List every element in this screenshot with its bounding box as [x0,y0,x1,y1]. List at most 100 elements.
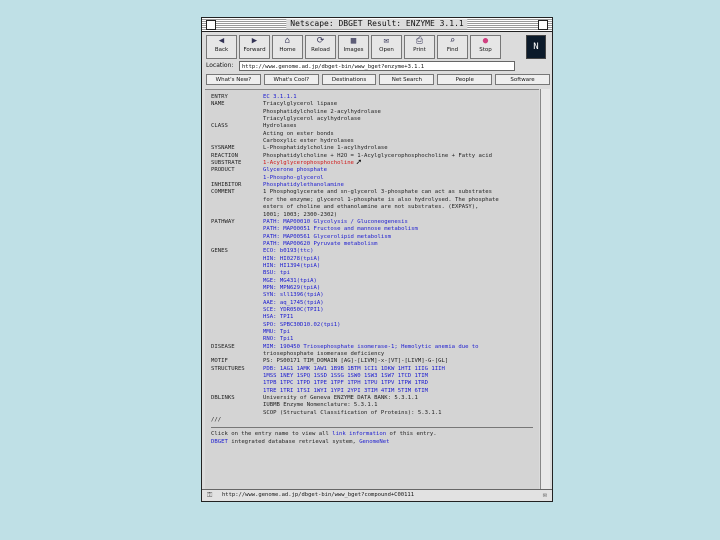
gene-link[interactable]: MGE: MG431(tpiA) [263,278,317,285]
gene-link[interactable]: SYN: sll1396(tpiA) [263,292,324,299]
inhibitor-link[interactable]: Phosphatidylethanolamine [263,182,344,189]
disease-link[interactable]: MIM: 190450 Triosephosphate isomerase-1;… [263,344,479,351]
security-key-icon: ⚿ [207,491,213,499]
dblink-line[interactable]: IUBMB Enzyme Nomenclature: 5.3.1.1 [263,402,378,409]
dbget-link[interactable]: DBGET [211,439,228,445]
whats-new-button[interactable]: What's New? [206,74,261,85]
mail-icon: ✉ [542,491,547,499]
pathway-link[interactable]: PATH: MAP00620 Pyruvate metabolism [263,241,378,248]
entry-row: ENTRY EC 3.1.1.1 [211,94,297,101]
structure-link[interactable]: 1MSS 1NEY 1SPQ 1SSD 1SSG 1SW0 1SW3 1SW7 … [263,373,428,380]
gene-link[interactable]: HIN: HI0278(tpiA) [263,256,320,263]
mouse-cursor-icon: ➚ [355,158,362,169]
terminator: /// [211,417,222,424]
comment-line: 1001; 1003; 2300-2302) [263,211,338,218]
footer-line-2: DBGET integrated database retrieval syst… [211,438,390,445]
print-button[interactable]: ⎙ Print [404,35,435,59]
home-icon: ⌂ [284,36,291,46]
forward-button[interactable]: ▶ Forward [239,35,270,59]
product-link[interactable]: Glycerone phosphate [263,167,327,174]
forward-icon: ▶ [251,36,258,46]
images-icon: ▦ [350,36,357,46]
gene-link[interactable]: HSA: TPI1 [263,314,293,321]
status-text: http://www.genome.ad.jp/dbget-bin/www_bg… [222,492,415,498]
page-content: ENTRY EC 3.1.1.1 NAME Triacylglycerol li… [205,89,539,491]
home-button[interactable]: ⌂ Home [272,35,303,59]
inhibitor-row: INHIBITOR Phosphatidylethanolamine [211,182,344,189]
substrate-link[interactable]: 1-Acylglycerophosphocholine [263,160,354,167]
structures-row: STRUCTURES PDB: 1AG1 1AMK 1AW1 1B9B 1BTM… [211,365,445,373]
print-icon: ⎙ [415,36,424,46]
divider [211,427,533,429]
footer-line-1: Click on the entry name to view all link… [211,431,437,438]
gene-link[interactable]: MMU: Tpi [263,329,290,336]
software-button[interactable]: Software [495,74,550,85]
gene-link[interactable]: AAE: aq_1745(tpiA) [263,300,324,307]
name-line: Triacylglycerol acylhydrolase [263,116,361,123]
browser-window: Netscape: DBGET Result: ENZYME 3.1.1 ◀ Ba… [201,17,553,502]
genes-row: GENES ECO: b0193(ttc) [211,248,314,255]
window-title: Netscape: DBGET Result: ENZYME 3.1.1 [286,19,468,29]
images-button[interactable]: ▦ Images [338,35,369,59]
class-row: CLASS Hydrolases [211,123,297,130]
net-search-button[interactable]: Net Search [379,74,435,85]
comment-line: esters of choline and ethanolamine are n… [263,204,479,211]
zoom-box[interactable] [538,20,548,30]
gene-link[interactable]: SCE: YDR050C(TPI1) [263,307,324,314]
location-input[interactable]: http://www.genome.ad.jp/dbget-bin/www_bg… [239,61,515,71]
reload-button[interactable]: ⟳ Reload [305,35,336,59]
whats-cool-button[interactable]: What's Cool? [263,74,319,85]
pathway-row: PATHWAY PATH: MAP00010 Glycolysis / Gluc… [211,218,408,226]
disease-row: DISEASE MIM: 190450 Triosephosphate isom… [211,343,479,351]
class-line: Acting on ester bonds [263,130,334,137]
pathway-link[interactable]: PATH: MAP00051 Fructose and mannose meta… [263,226,418,233]
disease-line: triosephosphate isomerase deficiency [263,351,385,358]
link-information-link[interactable]: link information [332,431,386,437]
vertical-scrollbar[interactable] [540,89,550,490]
dblink-line[interactable]: SCOP (Structural Classification of Prote… [263,410,442,417]
back-button[interactable]: ◀ Back [206,35,237,59]
open-icon: ✉ [383,36,390,46]
structure-link[interactable]: 1TRE 1TRI 1TSI 1WYI 1YPI 2YPI 3TIM 4TIM … [263,388,428,395]
product-link[interactable]: 1-Phospho-glycerol [263,175,324,182]
status-bar: ⚿ http://www.genome.ad.jp/dbget-bin/www_… [202,489,552,501]
stop-button[interactable]: ● Stop [470,35,501,59]
find-button[interactable]: ⌕ Find [437,35,468,59]
back-icon: ◀ [218,36,225,46]
find-icon: ⌕ [449,36,456,46]
comment-row: COMMENT 1 Phosphoglycerate and sn-glycer… [211,189,493,196]
product-row: PRODUCT Glycerone phosphate [211,167,327,174]
substrate-row: SUBSTRATE 1-Acylglycerophosphocholine ➚ [211,158,362,169]
reload-icon: ⟳ [316,36,325,46]
motif-row: MOTIF PS: PS00171 TIM_DOMAIN [AG]-[LIVM]… [211,358,449,365]
class-line: Carboxylic ester hydrolases [263,138,354,145]
gene-link[interactable]: SPO: SPBC30D10.02(tpi1) [263,322,340,329]
sysname-row: SYSNAME L-Phosphatidylcholine 1-acylhydr… [211,145,388,152]
open-button[interactable]: ✉ Open [371,35,402,59]
location-label: Location: [206,62,234,69]
genomenet-link[interactable]: GenomeNet [359,439,389,445]
gene-link[interactable]: RNO: Tpi1 [263,336,293,343]
pathway-link[interactable]: PATH: MAP00010 Glycolysis / Gluconeogene… [263,219,408,226]
people-button[interactable]: People [437,74,493,85]
stop-icon: ● [482,36,489,46]
navigation-toolbar: ◀ Back ▶ Forward ⌂ Home ⟳ Reload ▦ Images ✉ Op… [206,35,501,59]
location-bar: Location: http://www.genome.ad.jp/dbget-… [206,61,548,72]
netscape-logo-icon: N [526,35,546,59]
name-row: NAME Triacylglycerol lipase [211,101,338,108]
pathway-link[interactable]: PATH: MAP00561 Glycerolipid metabolism [263,234,391,241]
title-bar[interactable]: Netscape: DBGET Result: ENZYME 3.1.1 [202,18,552,32]
close-box[interactable] [206,20,216,30]
reaction-row: REACTION Phosphatidylcholine + H2O = 1-A… [211,152,493,159]
structure-link[interactable]: 1TPB 1TPC 1TPD 1TPE 1TPF 1TPH 1TPU 1TPV … [263,380,428,387]
name-line: Phosphatidylcholine 2-acylhydrolase [263,108,381,115]
gene-link[interactable]: HIN: HI1394(tpiA) [263,263,320,270]
structure-link[interactable]: PDB: 1AG1 1AMK 1AW1 1B9B 1BTM 1CI1 1DKW … [263,366,445,373]
directory-buttons: What's New? What's Cool? Destinations Ne… [206,74,550,86]
destinations-button[interactable]: Destinations [321,74,377,85]
dblinks-row: DBLINKS University of Geneva ENZYME DATA… [211,395,418,402]
gene-link[interactable]: MPN: MPN629(tpiA) [263,285,320,292]
gene-link[interactable]: BSU: tpi [263,270,290,277]
gene-link[interactable]: ECO: b0193(ttc) [263,248,314,255]
entry-link[interactable]: EC 3.1.1.1 [263,94,297,101]
